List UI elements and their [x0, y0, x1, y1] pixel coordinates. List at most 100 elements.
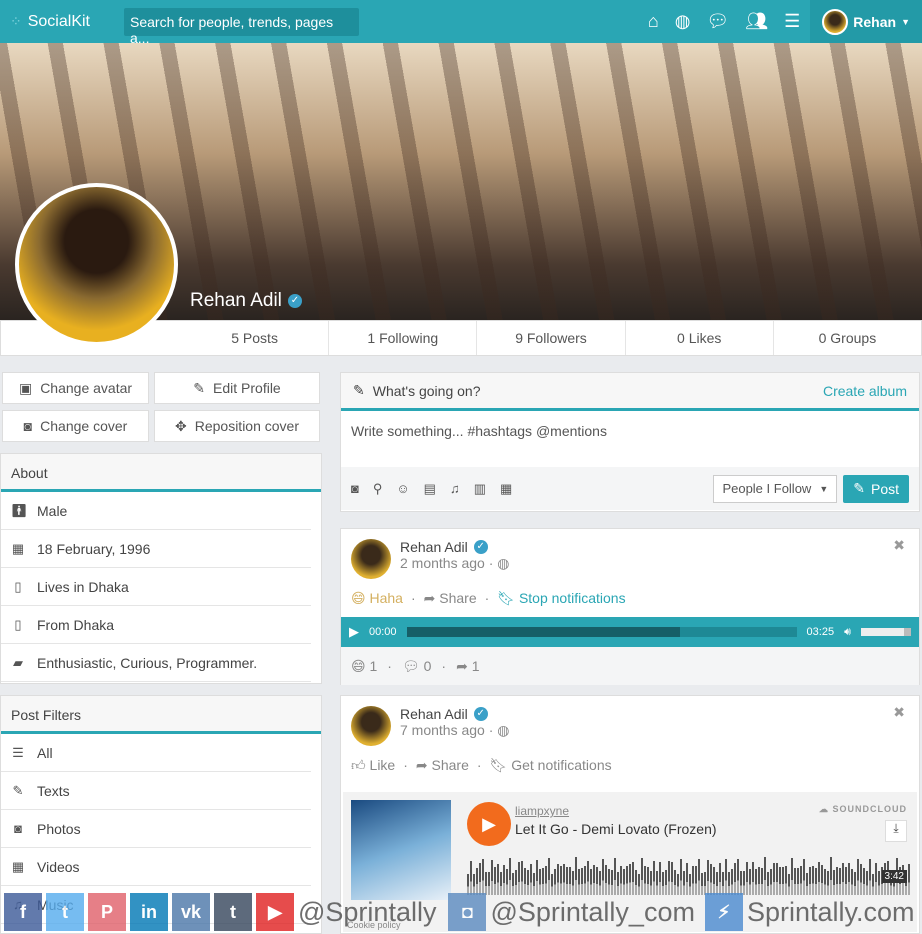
smile-icon[interactable]: ☺ [396, 481, 409, 496]
track-title[interactable]: Let It Go - Demi Lovato (Frozen) [515, 821, 717, 837]
camera-icon: ◙ [14, 821, 22, 836]
audience-select[interactable]: People I Follow ▼ [713, 474, 838, 503]
filter-item[interactable]: ✎ Texts [1, 772, 311, 810]
linkedin-icon: in [130, 893, 168, 931]
building-icon: ▯ [14, 616, 22, 632]
volume-icon[interactable]: 🔊︎ [844, 626, 851, 639]
share-count[interactable]: ➦ 1 [456, 658, 479, 675]
list-icon: ☰ [12, 744, 24, 760]
share-button[interactable]: ➦ Share [424, 590, 477, 607]
item-label: Enthusiastic, Curious, Programmer. [37, 654, 258, 671]
comment-count[interactable]: 💬︎ 0 [402, 658, 431, 675]
facebook-icon: f [4, 893, 42, 931]
stat-groups[interactable]: 0 Groups [772, 321, 921, 355]
haha-reaction-button[interactable]: 😄︎ Haha [351, 590, 403, 607]
close-icon[interactable]: ✖ [893, 704, 905, 721]
logo-text: SocialKit [27, 12, 90, 30]
watermark: f t P in vk t ▶ @Sprintally ◘ @Sprintall… [0, 890, 922, 934]
share-button[interactable]: ➦ Share [416, 757, 469, 774]
about-item: ▦ 18 February, 1996 [1, 530, 311, 568]
menu-icon[interactable]: ☰ [784, 11, 800, 32]
about-panel: About 🚹︎ Male ▦ 18 February, 1996 ▯ Lives in … [0, 453, 322, 684]
soundcloud-icon: ☁ [818, 804, 829, 814]
post-time[interactable]: 7 months ago [400, 722, 485, 738]
verified-icon: ✓ [287, 294, 302, 308]
download-icon[interactable]: ⤓ [885, 820, 907, 842]
reaction-count[interactable]: 😄︎ 1 [351, 658, 377, 675]
comments-icon[interactable]: 💬︎ [706, 11, 729, 32]
stat-following[interactable]: 1 Following [328, 321, 476, 355]
like-button[interactable]: 👍︎ Like [351, 757, 395, 774]
play-icon[interactable]: ▶ [467, 802, 511, 846]
tumblr-icon: t [214, 893, 252, 931]
post-textarea[interactable]: Write something... #hashtags @mentions [341, 411, 919, 467]
profile-name: Rehan Adil ✓ [190, 290, 302, 312]
move-icon: ✥ [174, 417, 187, 434]
filter-item[interactable]: ◙ Photos [1, 810, 311, 848]
close-icon[interactable]: ✖ [893, 537, 905, 554]
globe-icon[interactable]: ◍ [675, 11, 691, 32]
track-duration: 3:42 [881, 870, 907, 883]
user-name: Rehan [853, 13, 897, 30]
edit-icon: ✎ [193, 379, 206, 396]
stop-notifications-button[interactable]: 🔖︎ Stop notifications [497, 590, 625, 607]
filter-item[interactable]: ☰ All [1, 734, 311, 772]
file-icon[interactable]: ▤ [424, 481, 436, 497]
reposition-cover-button[interactable]: ✥ Reposition cover [154, 410, 320, 442]
play-icon[interactable]: ▶ [349, 624, 359, 640]
about-item: ▯ Lives in Dhaka [1, 568, 311, 606]
soundcloud-user[interactable]: liampxyne [515, 804, 569, 818]
author-avatar[interactable] [351, 706, 391, 746]
author-name[interactable]: Rehan Adil [400, 706, 468, 722]
users-icon[interactable]: 👥︎ [745, 11, 768, 32]
item-label: Photos [37, 820, 81, 837]
audio-player: ▶ 00:00 03:25 🔊︎ [341, 617, 919, 647]
verified-icon: ✓ [473, 540, 488, 554]
audio-file-icon[interactable]: ▥ [474, 481, 486, 497]
stat-posts[interactable]: 5 Posts [181, 321, 328, 355]
avatar [822, 8, 849, 35]
profile-avatar[interactable] [15, 183, 178, 346]
edit-icon: ✎ [353, 382, 365, 398]
instagram-icon: ◘ [448, 893, 487, 931]
seek-bar[interactable] [406, 627, 797, 637]
logo-icon: ⁘ [10, 13, 22, 29]
watermark-text: @Sprintally [298, 896, 437, 927]
film-icon: ▦ [11, 858, 25, 874]
change-avatar-button[interactable]: ▣ Change avatar [2, 372, 149, 404]
label: Change avatar [40, 380, 133, 396]
edit-profile-button[interactable]: ✎ Edit Profile [154, 372, 320, 404]
youtube-icon: ▶ [256, 893, 294, 931]
create-album-link[interactable]: Create album [823, 383, 907, 399]
pinterest-icon: P [88, 893, 126, 931]
get-notifications-button[interactable]: 🔖︎ Get notifications [490, 757, 612, 774]
about-item: 🚹︎ Male [1, 492, 311, 530]
film-icon[interactable]: ▦ [500, 481, 512, 497]
music-icon[interactable]: ♫ [450, 481, 460, 496]
change-cover-button[interactable]: ◙ Change cover [2, 410, 149, 442]
camera-icon[interactable]: ◙ [351, 481, 359, 496]
map-marker-icon[interactable]: ⚲ [373, 481, 383, 497]
pencil-icon: ✎ [12, 782, 24, 798]
composer: ✎ What's going on? Create album Write som… [340, 372, 920, 512]
verified-icon: ✓ [473, 707, 488, 721]
label: Reposition cover [194, 418, 299, 434]
globe-icon: ◍ [497, 722, 510, 738]
label: Change cover [40, 418, 128, 434]
filter-item[interactable]: ▦ Videos [1, 848, 311, 886]
item-label: From Dhaka [37, 616, 115, 633]
post-time[interactable]: 2 months ago [400, 555, 485, 571]
soundcloud-logo: ☁ SOUNDCLOUD [818, 804, 907, 814]
home-icon[interactable]: ⌂ [648, 11, 659, 32]
author-avatar[interactable] [351, 539, 391, 579]
stat-followers[interactable]: 9 Followers [476, 321, 624, 355]
user-menu-button[interactable]: Rehan ▼ [810, 0, 922, 43]
volume-slider[interactable] [861, 628, 911, 636]
globe-icon: ◍ [497, 555, 510, 571]
search-input[interactable]: Search for people, trends, pages a... [124, 7, 359, 46]
vk-icon: vk [172, 893, 210, 931]
logo[interactable]: ⁘ SocialKit [10, 13, 124, 31]
post-button[interactable]: ✎ Post [843, 474, 909, 503]
author-name[interactable]: Rehan Adil [400, 539, 468, 555]
stat-likes[interactable]: 0 Likes [624, 321, 773, 355]
